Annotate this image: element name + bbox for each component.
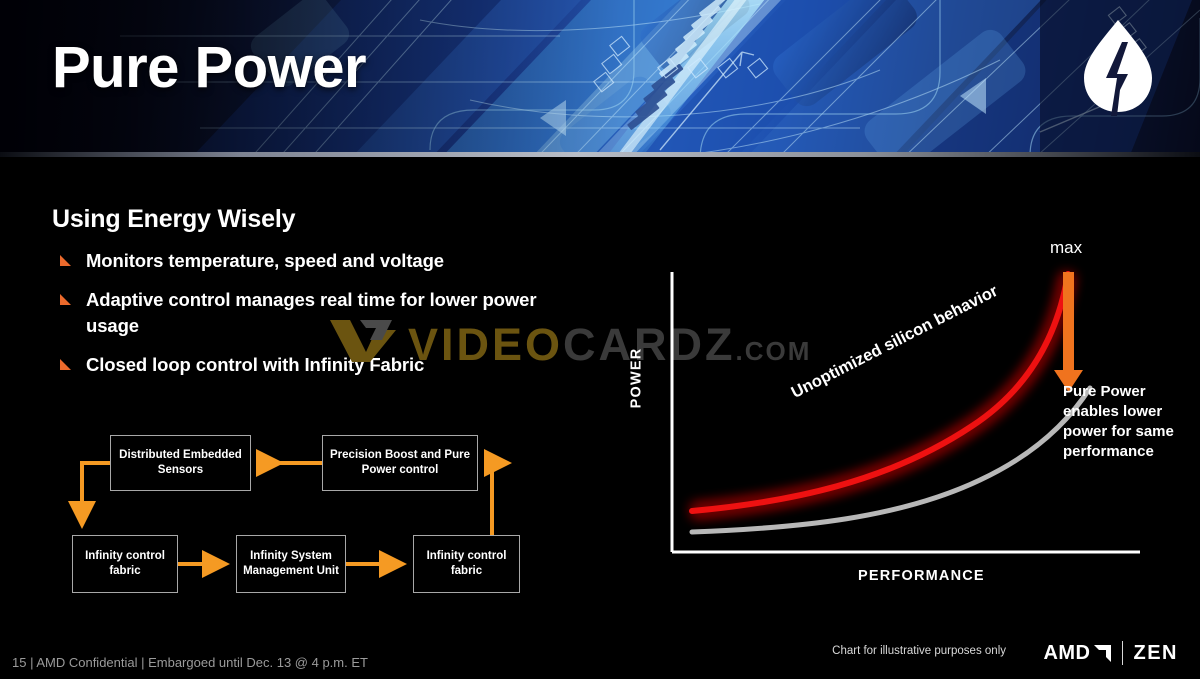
diagram-box-infinity-control-fabric-left[interactable]: Infinity control fabric (72, 535, 178, 593)
bullet-text: Closed loop control with Infinity Fabric (86, 354, 425, 375)
page-title: Pure Power (52, 35, 367, 100)
power-vs-performance-chart: POWER PERFORMANCE max Unoptimized silico… (620, 230, 1200, 600)
section-heading: Using Energy Wisely (52, 205, 296, 233)
amd-arrow-icon (1093, 644, 1111, 662)
triangle-bullet-icon (60, 255, 71, 266)
max-annotation: max (1050, 238, 1083, 257)
banner-bottom-rule (0, 152, 1200, 157)
bullet-text: Adaptive control manages real time for l… (86, 289, 537, 336)
triangle-bullet-icon (60, 359, 71, 370)
x-axis-label: PERFORMANCE (858, 568, 985, 584)
leaf-lightning-icon (1084, 20, 1152, 116)
slide: Pure Power Using Energy Wisely Monitors … (0, 0, 1200, 679)
list-item: Adaptive control manages real time for l… (56, 287, 576, 339)
footer-confidential-text: 15 | AMD Confidential | Embargoed until … (12, 655, 368, 670)
footer-chart-note: Chart for illustrative purposes only (832, 645, 1006, 657)
y-axis-label: POWER (628, 347, 645, 409)
pure-power-callout: Pure Power enables lower power for same … (1063, 383, 1174, 460)
bullet-text: Monitors temperature, speed and voltage (86, 250, 444, 271)
diagram-box-sensors[interactable]: Distributed Embedded Sensors (110, 435, 251, 491)
zen-logo: ZEN (1133, 641, 1178, 664)
triangle-bullet-icon (60, 294, 71, 305)
logo-divider (1121, 641, 1123, 665)
bullet-list: Monitors temperature, speed and voltage … (56, 248, 576, 391)
footer-logos: AMD ZEN (1043, 641, 1178, 665)
unoptimized-curve (689, 271, 1071, 514)
list-item: Monitors temperature, speed and voltage (56, 248, 576, 274)
header-banner: Pure Power (0, 0, 1200, 157)
amd-logo-text: AMD (1043, 641, 1091, 664)
control-loop-diagram: Distributed Embedded Sensors Precision B… (60, 425, 560, 605)
diagram-box-infinity-control-fabric-right[interactable]: Infinity control fabric (413, 535, 520, 593)
list-item: Closed loop control with Infinity Fabric (56, 352, 576, 378)
diagram-box-infinity-system-management-unit[interactable]: Infinity System Management Unit (236, 535, 346, 593)
diagram-box-precision-boost[interactable]: Precision Boost and Pure Power control (322, 435, 478, 491)
amd-logo: AMD (1043, 641, 1111, 665)
